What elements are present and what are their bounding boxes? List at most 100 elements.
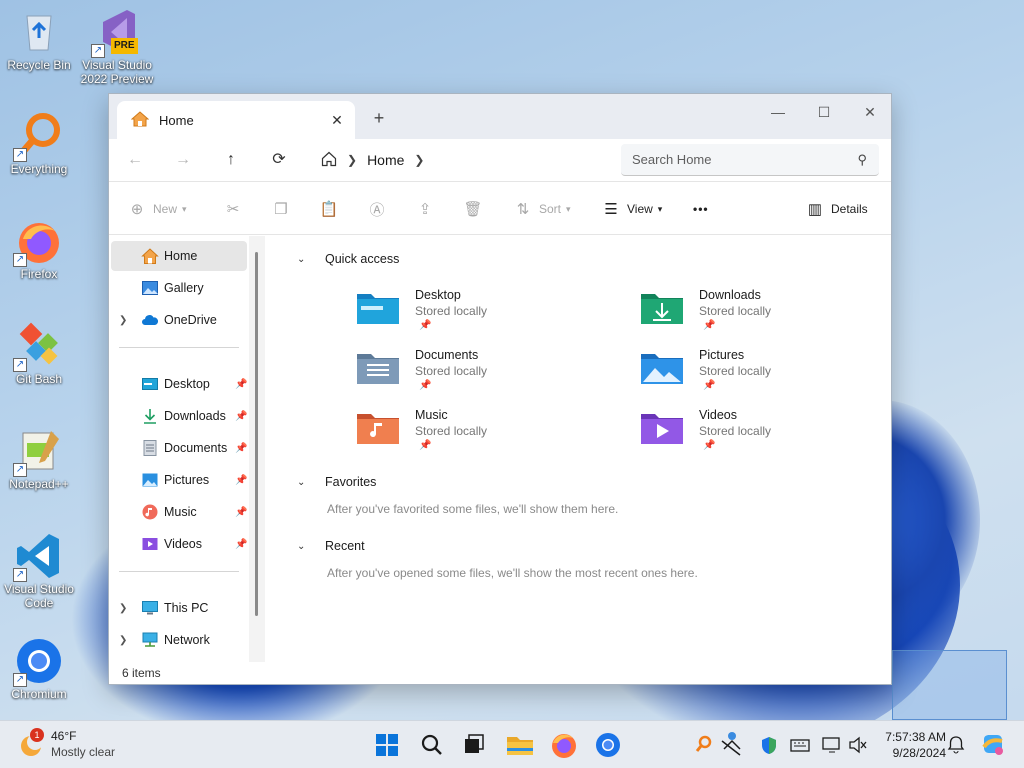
shortcut-arrow-icon: ↗ <box>91 44 105 58</box>
sidebar-item-videos[interactable]: Videos 📌 <box>111 529 247 559</box>
tray-volume[interactable] <box>846 729 870 761</box>
desktop-icon-vscode[interactable]: ↗ Visual Studio Code <box>0 532 78 610</box>
delete-button[interactable]: 🗑 <box>463 194 483 224</box>
chevron-right-icon[interactable]: ❯ <box>119 635 127 646</box>
taskbar-firefox[interactable] <box>548 729 580 761</box>
taskbar-file-explorer[interactable] <box>504 729 536 761</box>
chevron-right-icon[interactable]: ❯ <box>414 153 424 167</box>
network-icon <box>141 631 159 649</box>
tab-home[interactable]: Home ✕ <box>117 101 355 139</box>
sidebar-item-label: Network <box>164 633 210 647</box>
tray-network-status[interactable] <box>718 729 746 761</box>
sidebar-item-desktop[interactable]: Desktop 📌 <box>111 369 247 399</box>
new-tab-button[interactable]: + <box>367 106 391 130</box>
pin-icon: 📌 <box>235 506 248 518</box>
download-arrow-icon <box>141 407 159 425</box>
copy-button[interactable]: ❐ <box>271 194 291 224</box>
share-button[interactable]: ⇪ <box>415 194 435 224</box>
forward-button[interactable]: → <box>167 145 199 175</box>
maximize-button[interactable]: ☐ <box>801 97 847 127</box>
close-window-button[interactable]: ✕ <box>847 97 893 127</box>
tray-everything[interactable] <box>694 729 714 761</box>
copilot-button[interactable] <box>978 729 1008 761</box>
quick-access-documents[interactable]: Documents Stored locally 📌 <box>357 348 587 404</box>
weather-widget[interactable]: 1 46°F Mostly clear <box>16 728 136 762</box>
quick-access-header[interactable]: ⌄ Quick access <box>297 252 399 266</box>
sidebar-item-pictures[interactable]: Pictures 📌 <box>111 465 247 495</box>
up-button[interactable]: ↑ <box>215 145 247 175</box>
task-view-button[interactable] <box>458 729 490 761</box>
recent-header[interactable]: ⌄ Recent <box>297 539 365 553</box>
windows-logo-icon <box>376 734 398 756</box>
video-icon <box>141 535 159 553</box>
search-icon[interactable]: ⚲ <box>857 152 867 168</box>
quick-access-music[interactable]: Music Stored locally 📌 <box>357 408 587 464</box>
sidebar-item-home[interactable]: Home <box>111 241 247 271</box>
tray-keyboard[interactable] <box>788 729 812 761</box>
sidebar-item-downloads[interactable]: Downloads 📌 <box>111 401 247 431</box>
sidebar-item-music[interactable]: Music 📌 <box>111 497 247 527</box>
sidebar-item-gallery[interactable]: Gallery <box>111 273 247 303</box>
sort-button[interactable]: ⇅ Sort ▾ <box>513 194 571 224</box>
file-explorer-window: Home ✕ + — ☐ ✕ ← → ↑ ⟳ ❯ Home ❯ ⚲ ⊕ New … <box>108 93 892 685</box>
clipboard-icon: 📋 <box>319 201 339 218</box>
desktop-icon-visual-studio-preview[interactable]: PRE ↗ Visual Studio 2022 Preview <box>78 8 156 86</box>
chevron-right-icon[interactable]: ❯ <box>119 315 127 326</box>
more-options-button[interactable]: ••• <box>693 194 709 224</box>
weather-temperature: 46°F <box>51 729 77 743</box>
search-input[interactable] <box>632 152 842 167</box>
chevron-down-icon: ▾ <box>657 203 663 214</box>
minimize-button[interactable]: — <box>755 97 801 127</box>
sidebar-item-this-pc[interactable]: ❯ This PC <box>111 593 247 623</box>
downloads-folder-icon <box>641 294 683 324</box>
sidebar-item-label: Home <box>164 249 198 263</box>
notifications-button[interactable] <box>944 729 968 761</box>
sidebar-divider <box>119 571 239 572</box>
pin-icon: 📌 <box>235 442 248 454</box>
system-clock[interactable]: 7:57:38 AM 9/28/2024 <box>876 729 946 761</box>
pin-icon: 📌 <box>419 380 432 391</box>
everything-search-icon: ↗ <box>13 112 63 162</box>
search-box[interactable]: ⚲ <box>621 144 879 176</box>
picture-icon <box>141 471 159 489</box>
taskbar-chromium[interactable] <box>592 729 624 761</box>
navigation-pane-scrollbar[interactable] <box>255 252 258 616</box>
taskbar-search-button[interactable] <box>416 729 448 761</box>
cut-button[interactable]: ✂ <box>223 194 243 224</box>
desktop-icon-git-bash[interactable]: ↗ Git Bash <box>0 322 78 386</box>
back-button[interactable]: ← <box>119 145 151 175</box>
desktop-icon-chromium[interactable]: ↗ Chromium <box>0 637 78 701</box>
firefox-icon <box>552 734 576 758</box>
close-tab-icon[interactable]: ✕ <box>327 110 347 130</box>
desktop-icon-firefox[interactable]: ↗ Firefox <box>0 217 78 281</box>
gallery-icon <box>141 279 159 297</box>
new-button[interactable]: ⊕ New ▾ <box>127 194 187 224</box>
pin-icon: 📌 <box>703 320 716 331</box>
tray-security[interactable] <box>758 729 780 761</box>
favorites-header[interactable]: ⌄ Favorites <box>297 475 376 489</box>
home-outline-icon <box>321 151 337 170</box>
desktop-icon-recycle-bin[interactable]: Recycle Bin <box>0 8 78 72</box>
desktop-icon-label: Visual Studio 2022 Preview <box>80 58 154 86</box>
quick-access-videos[interactable]: Videos Stored locally 📌 <box>641 408 871 464</box>
rename-button[interactable]: Ⓐ <box>367 194 387 224</box>
quick-access-desktop[interactable]: Desktop Stored locally 📌 <box>357 288 587 344</box>
details-button[interactable]: ▥ Details <box>805 194 868 224</box>
view-button[interactable]: ☰ View ▾ <box>601 194 662 224</box>
desktop-icon-notepad-plus-plus[interactable]: ↗ Notepad++ <box>0 427 78 491</box>
pin-icon: 📌 <box>703 440 716 451</box>
sidebar-item-network[interactable]: ❯ Network <box>111 625 247 655</box>
refresh-button[interactable]: ⟳ <box>263 145 295 175</box>
start-button[interactable] <box>371 729 403 761</box>
tray-display[interactable] <box>820 729 844 761</box>
quick-access-downloads[interactable]: Downloads Stored locally 📌 <box>641 288 871 344</box>
breadcrumb-home[interactable]: Home <box>367 152 404 168</box>
address-box[interactable]: ❯ Home ❯ <box>311 144 603 176</box>
quick-access-pictures[interactable]: Pictures Stored locally 📌 <box>641 348 871 404</box>
sidebar-item-onedrive[interactable]: ❯ OneDrive <box>111 305 247 335</box>
desktop-icon-everything[interactable]: ↗ Everything <box>0 112 78 176</box>
sidebar-item-label: Videos <box>164 537 202 551</box>
chevron-right-icon[interactable]: ❯ <box>119 603 127 614</box>
sidebar-item-documents[interactable]: Documents 📌 <box>111 433 247 463</box>
paste-button[interactable]: 📋 <box>319 194 339 224</box>
